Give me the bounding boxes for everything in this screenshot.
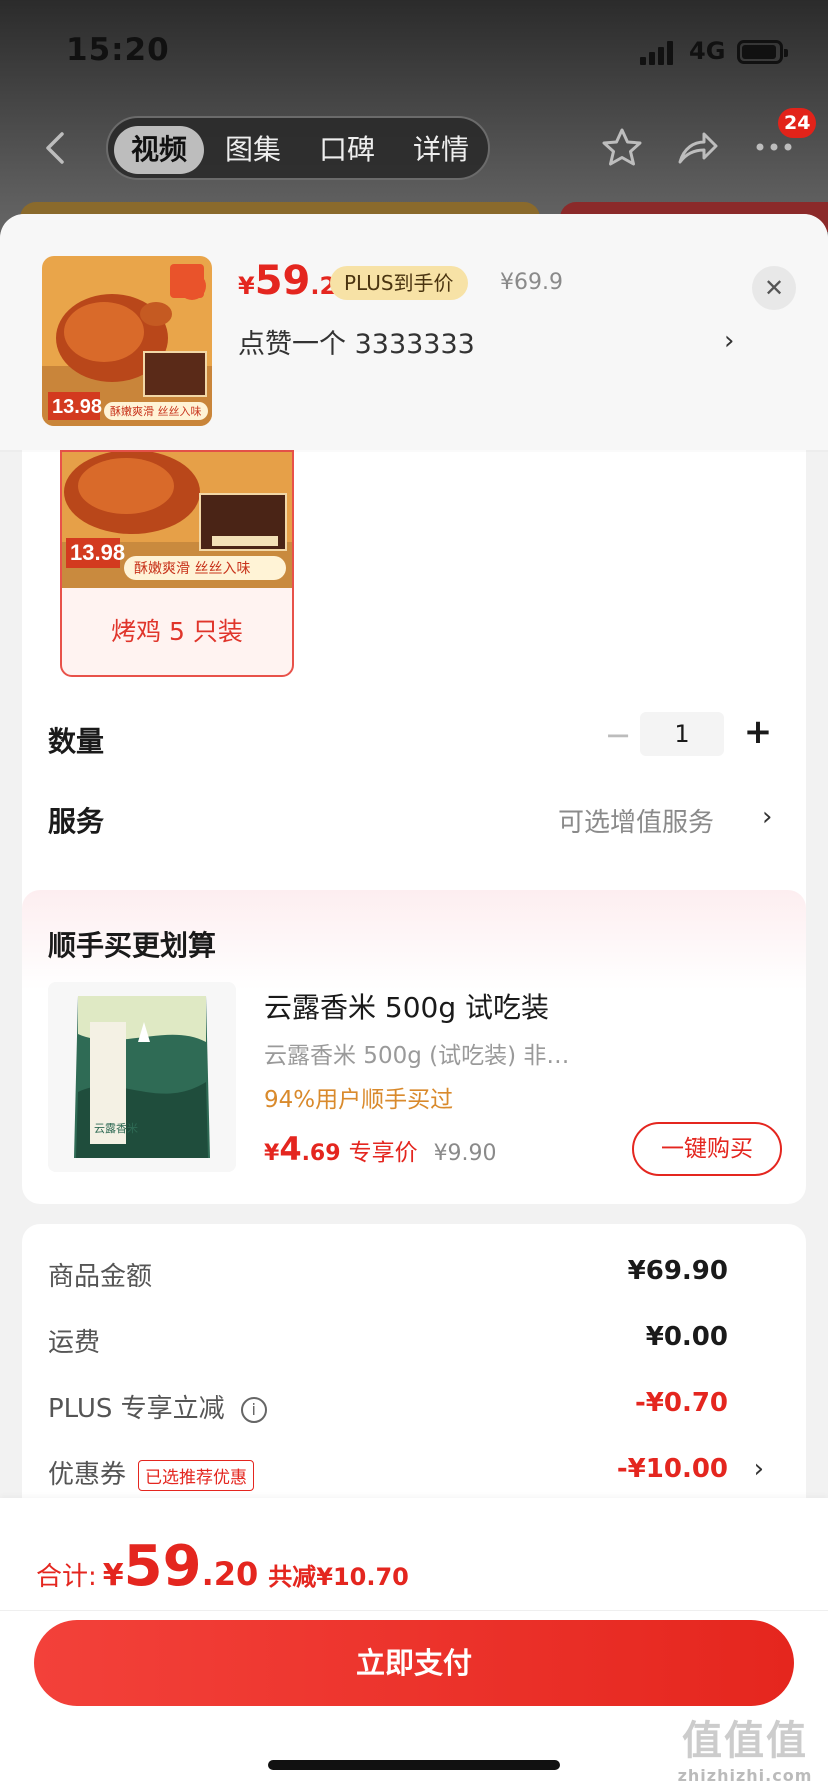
- sale-price: ¥59.2: [238, 258, 336, 308]
- total-currency: ¥: [102, 1558, 124, 1593]
- price-currency: ¥: [238, 272, 255, 300]
- summary-row-subtotal: 商品金额 ¥69.90: [48, 1256, 778, 1296]
- battery-icon: [737, 40, 788, 64]
- pay-now-button[interactable]: 立即支付: [34, 1620, 794, 1706]
- original-price: ¥69.9: [500, 270, 563, 295]
- combo-price-decimal: .69: [301, 1141, 341, 1166]
- share-icon[interactable]: [676, 128, 720, 168]
- summary-value: -¥0.70: [634, 1388, 728, 1418]
- combo-exclusive-label: 专享价: [348, 1140, 418, 1166]
- signal-icon: [640, 41, 676, 65]
- media-tabs: 视频 图集 口碑 详情: [106, 116, 490, 180]
- coupon-label: 优惠券: [48, 1460, 127, 1490]
- home-indicator: [268, 1760, 560, 1770]
- total-integer: 59: [123, 1534, 202, 1599]
- tab-video[interactable]: 视频: [114, 126, 204, 174]
- summary-label: 运费: [48, 1328, 101, 1358]
- summary-value: ¥0.00: [645, 1322, 728, 1352]
- summary-row-shipping: 运费 ¥0.00: [48, 1322, 778, 1362]
- plus-price-tag: PLUS到手价: [330, 266, 468, 300]
- nav-bar: 视频 图集 口碑 详情 24: [0, 108, 828, 188]
- variant-img-price: 13.98: [70, 540, 125, 565]
- watermark-text: 值值值: [682, 1718, 808, 1764]
- summary-label: PLUS 专享立减 i: [48, 1388, 267, 1425]
- price-integer: 59: [254, 258, 311, 304]
- variant-img-tagline: 酥嫩爽滑 丝丝入味: [134, 560, 250, 577]
- summary-value: ¥69.90: [627, 1256, 728, 1286]
- selected-spec[interactable]: 点赞一个 3333333: [238, 322, 475, 361]
- quantity-input[interactable]: 1: [640, 712, 724, 756]
- combo-card: 顺手买更划算 云露香米 云露香米 500g 试吃装 云露香米 500g (试吃装…: [22, 890, 806, 1204]
- chevron-right-icon[interactable]: ›: [724, 326, 734, 356]
- combo-package-text: 云露香米: [94, 1122, 138, 1135]
- variant-label: 烤鸡 5 只装: [111, 617, 243, 646]
- summary-row-plus-discount: PLUS 专享立减 i -¥0.70: [48, 1388, 778, 1428]
- combo-product-name[interactable]: 云露香米 500g 试吃装: [264, 986, 549, 1026]
- tab-details[interactable]: 详情: [396, 126, 486, 174]
- status-time: 15:20: [66, 32, 170, 68]
- combo-price: ¥4.69 专享价 ¥9.90: [264, 1130, 497, 1168]
- combo-original-price: ¥9.90: [433, 1141, 497, 1166]
- product-thumbnail: 13.98 酥嫩爽滑 丝丝入味: [42, 256, 212, 426]
- chevron-right-icon[interactable]: ›: [754, 1454, 764, 1484]
- variant-option[interactable]: 13.98 酥嫩爽滑 丝丝入味 烤鸡 5 只装: [60, 450, 294, 677]
- quantity-label: 数量: [48, 725, 105, 758]
- combo-product-desc: 云露香米 500g (试吃装) 非…: [264, 1043, 570, 1069]
- service-value[interactable]: 可选增值服务: [558, 802, 714, 839]
- summary-label: 商品金额: [48, 1262, 153, 1292]
- tab-gallery[interactable]: 图集: [208, 126, 298, 174]
- bottom-bar: 合计: ¥59.20 共减¥10.70 立即支付 值值值 zhizhizhi.com: [0, 1498, 828, 1792]
- price-summary-card: 商品金额 ¥69.90 运费 ¥0.00 PLUS 专享立减 i -¥0.70 优…: [22, 1224, 806, 1524]
- watermark: 值值值 zhizhizhi.com: [670, 1708, 820, 1788]
- status-bar: 15:20 4G: [0, 0, 828, 100]
- chevron-right-icon[interactable]: ›: [762, 802, 772, 832]
- total-price: 合计: ¥59.20 共减¥10.70: [36, 1534, 409, 1604]
- summary-value: -¥10.00: [616, 1454, 728, 1484]
- summary-label: 优惠券 已选推荐优惠: [48, 1454, 255, 1491]
- one-click-buy-button[interactable]: 一键购买: [632, 1122, 782, 1176]
- watermark-sub: zhizhizhi.com: [677, 1766, 813, 1785]
- total-decimal: .20: [201, 1555, 259, 1593]
- thumb-tagline: 酥嫩爽滑 丝丝入味: [110, 404, 202, 418]
- summary-row-coupon[interactable]: 优惠券 已选推荐优惠 -¥10.00 ›: [48, 1454, 778, 1494]
- tab-reviews[interactable]: 口碑: [302, 126, 392, 174]
- combo-product-image[interactable]: 云露香米: [48, 982, 236, 1172]
- network-label: 4G: [689, 37, 726, 65]
- back-icon[interactable]: [40, 128, 70, 168]
- plus-discount-label: PLUS 专享立减: [48, 1394, 225, 1424]
- close-button[interactable]: ✕: [752, 266, 796, 310]
- message-badge: 24: [778, 108, 817, 138]
- service-label: 服务: [48, 805, 105, 838]
- combo-title: 顺手买更划算: [48, 929, 217, 962]
- divider: [0, 1610, 828, 1611]
- info-icon[interactable]: i: [240, 1396, 267, 1423]
- variant-image: 13.98 酥嫩爽滑 丝丝入味: [62, 452, 292, 588]
- total-saving: 共减¥10.70: [268, 1563, 409, 1591]
- combo-price-integer: 4: [279, 1130, 302, 1168]
- quantity-increase-button[interactable]: +: [738, 712, 778, 752]
- more-icon[interactable]: [754, 140, 794, 154]
- combo-bought-text: 94%用户顺手买过: [264, 1087, 454, 1113]
- coupon-tag: 已选推荐优惠: [138, 1460, 255, 1491]
- combo-price-currency: ¥: [264, 1141, 280, 1166]
- total-label: 合计:: [36, 1562, 97, 1592]
- sheet-header: 13.98 酥嫩爽滑 丝丝入味 ¥59.2 PLUS到手价 ¥69.9 点赞一个…: [0, 214, 828, 450]
- quantity-decrease-button[interactable]: −: [600, 716, 636, 754]
- star-icon[interactable]: [600, 126, 644, 170]
- thumb-price: 13.98: [52, 396, 102, 418]
